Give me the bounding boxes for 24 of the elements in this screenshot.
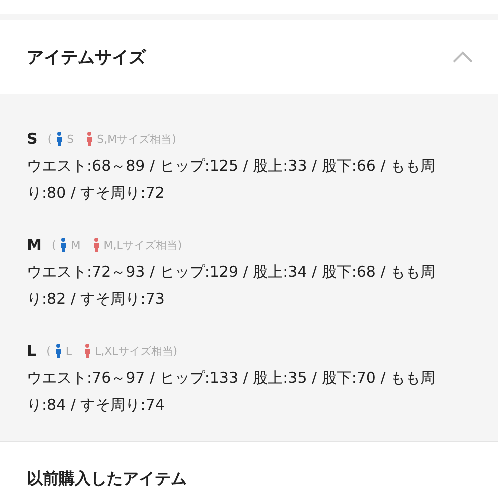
section-title: アイテムサイズ xyxy=(27,46,146,68)
size-label: S xyxy=(27,130,38,148)
paren: ( xyxy=(52,238,56,252)
woman-icon xyxy=(86,132,94,146)
men-size: S xyxy=(67,132,74,146)
man-icon xyxy=(60,238,68,252)
paren: ( xyxy=(48,132,52,146)
man-icon xyxy=(56,132,64,146)
measurements-text: ウエスト:72～93 / ヒップ:129 / 股上:34 / 股下:68 / もも周り:82 / すそ周り:73 xyxy=(27,262,437,310)
section-title: 以前購入したアイテム xyxy=(27,469,187,488)
measurements-text: ウエスト:76～97 / ヒップ:133 / 股上:35 / 股下:70 / もも周り:84 / すそ周り:74 xyxy=(27,368,437,416)
size-label: M xyxy=(27,236,42,254)
paren: ( xyxy=(46,344,51,358)
women-size: L,XLサイズ相当) xyxy=(95,344,178,358)
man-icon xyxy=(54,344,62,358)
woman-icon xyxy=(92,238,100,252)
men-size: M xyxy=(71,238,81,252)
men-size: L xyxy=(66,344,72,358)
measurements-text: ウエスト:68～89 / ヒップ:125 / 股上:33 / 股下:66 / もも周り:80 / すそ周り:72 xyxy=(27,156,437,204)
women-size: M,Lサイズ相当) xyxy=(104,238,182,252)
size-label: L xyxy=(27,342,37,360)
woman-icon xyxy=(84,344,91,358)
women-size: S,Mサイズ相当) xyxy=(97,132,176,146)
chevron-up-icon[interactable] xyxy=(453,51,473,63)
